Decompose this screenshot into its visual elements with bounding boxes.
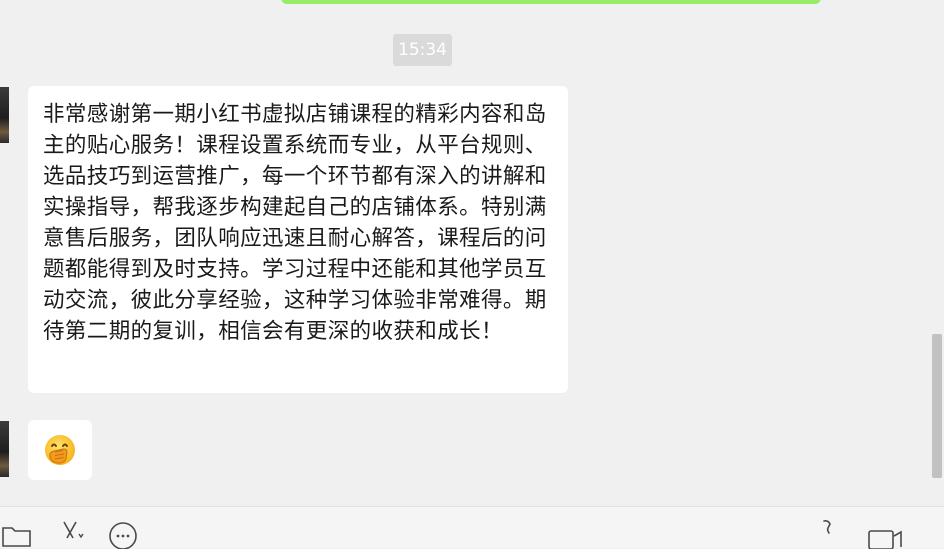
sender-avatar[interactable]	[0, 87, 9, 143]
message-timestamp: 15:34	[393, 34, 452, 66]
input-toolbar	[0, 507, 944, 549]
sender-avatar[interactable]	[0, 421, 9, 477]
folder-icon[interactable]	[2, 522, 32, 548]
video-call-icon[interactable]	[866, 521, 906, 549]
chat-bubble-icon[interactable]	[108, 521, 140, 549]
received-emoji-bubble[interactable]	[28, 420, 92, 480]
message-text: 非常感谢第一期小红书虚拟店铺课程的精彩内容和岛主的贴心服务！课程设置系统而专业，…	[43, 102, 547, 344]
face-with-hand-over-mouth-emoji	[45, 435, 75, 465]
scissors-icon[interactable]	[58, 520, 86, 548]
received-message-bubble[interactable]: 非常感谢第一期小红书虚拟店铺课程的精彩内容和岛主的贴心服务！课程设置系统而专业，…	[28, 86, 568, 393]
sent-message-bubble[interactable]	[281, 0, 821, 4]
chat-message-area[interactable]: 15:34 非常感谢第一期小红书虚拟店铺课程的精彩内容和岛主的贴心服务！课程设置…	[0, 0, 930, 506]
chat-scrollbar-thumb[interactable]	[932, 334, 942, 478]
phone-icon[interactable]	[818, 519, 838, 549]
